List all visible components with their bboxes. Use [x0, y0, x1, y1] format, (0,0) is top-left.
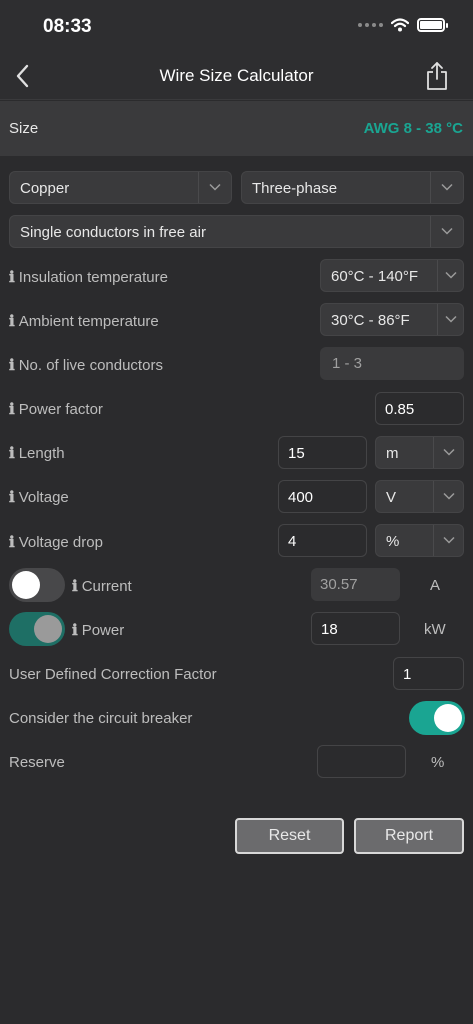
wifi-icon	[391, 18, 409, 32]
size-result-bar: Size AWG 8 - 38 °C	[0, 101, 473, 156]
length-value: 15	[288, 445, 305, 462]
power-unit: kW	[424, 621, 446, 638]
voltage-value: 400	[288, 489, 314, 506]
installation-select[interactable]: Single conductors in free air	[9, 215, 464, 248]
power-factor-label: ℹ Power factor	[9, 400, 103, 418]
info-icon[interactable]: ℹ	[9, 400, 15, 418]
ambient-temperature-value: 30°C - 86°F	[331, 312, 410, 329]
reserve-unit: %	[431, 754, 445, 771]
voltage-label: ℹ Voltage	[9, 488, 69, 506]
info-icon[interactable]: ℹ	[9, 444, 15, 462]
phase-select-value: Three-phase	[252, 180, 338, 197]
voltage-drop-unit-select[interactable]: %	[375, 524, 464, 557]
battery-icon	[417, 18, 448, 32]
chevron-down-icon	[433, 525, 463, 556]
correction-factor-value: 1	[403, 666, 412, 683]
insulation-temperature-value: 60°C - 140°F	[331, 268, 419, 285]
ambient-temperature-label: ℹ Ambient temperature	[9, 312, 159, 330]
material-select-value: Copper	[20, 180, 70, 197]
live-conductors-label: ℹ No. of live conductors	[9, 356, 163, 374]
power-input[interactable]: 18	[311, 612, 400, 645]
info-icon[interactable]: ℹ	[72, 577, 78, 595]
signal-icon	[358, 23, 383, 27]
length-text: Length	[18, 445, 65, 462]
reset-button[interactable]: Reset	[235, 818, 344, 854]
voltage-unit-select[interactable]: V	[375, 480, 464, 513]
ambient-temperature-text: Ambient temperature	[18, 313, 159, 330]
chevron-down-icon	[433, 437, 463, 468]
toggle-knob	[434, 704, 462, 732]
power-text: Power	[81, 622, 125, 639]
share-icon[interactable]	[425, 60, 449, 92]
power-factor-input[interactable]: 0.85	[375, 392, 464, 425]
info-icon[interactable]: ℹ	[9, 312, 15, 330]
status-bar: 08:33	[0, 0, 473, 52]
status-time: 08:33	[43, 16, 92, 37]
phase-select[interactable]: Three-phase	[241, 171, 464, 204]
info-icon[interactable]: ℹ	[9, 533, 15, 551]
correction-factor-label: User Defined Correction Factor	[9, 666, 217, 683]
current-value: 30.57	[320, 576, 358, 593]
voltage-input[interactable]: 400	[278, 480, 367, 513]
status-icons	[358, 18, 448, 32]
reserve-label: Reserve	[9, 754, 65, 771]
length-label: ℹ Length	[9, 444, 65, 462]
power-label: ℹ Power	[72, 621, 124, 639]
length-input[interactable]: 15	[278, 436, 367, 469]
info-icon[interactable]: ℹ	[72, 621, 78, 639]
navigation-bar: Wire Size Calculator	[0, 52, 473, 100]
info-icon[interactable]: ℹ	[9, 356, 15, 374]
power-toggle[interactable]	[9, 612, 65, 646]
current-field: 30.57	[311, 568, 400, 601]
chevron-down-icon	[198, 172, 231, 203]
current-toggle[interactable]	[9, 568, 65, 602]
live-conductors-value: 1 - 3	[332, 355, 363, 372]
insulation-temperature-select[interactable]: 60°C - 140°F	[320, 259, 464, 292]
material-select[interactable]: Copper	[9, 171, 232, 204]
power-factor-text: Power factor	[18, 401, 103, 418]
length-unit-value: m	[386, 445, 399, 462]
insulation-temperature-text: Insulation temperature	[18, 269, 168, 286]
voltage-drop-value: 4	[288, 533, 297, 550]
voltage-drop-input[interactable]: 4	[278, 524, 367, 557]
voltage-drop-text: Voltage drop	[18, 534, 103, 551]
installation-select-value: Single conductors in free air	[20, 224, 206, 241]
live-conductors-text: No. of live conductors	[18, 357, 163, 374]
power-factor-value: 0.85	[385, 401, 415, 418]
info-icon[interactable]: ℹ	[9, 268, 15, 286]
correction-factor-input[interactable]: 1	[393, 657, 464, 690]
report-button[interactable]: Report	[354, 818, 464, 854]
circuit-breaker-label: Consider the circuit breaker	[9, 710, 193, 727]
size-label: Size	[9, 120, 39, 137]
info-icon[interactable]: ℹ	[9, 488, 15, 506]
power-value: 18	[321, 621, 338, 638]
voltage-text: Voltage	[18, 489, 69, 506]
toggle-knob	[12, 571, 40, 599]
page-title: Wire Size Calculator	[159, 66, 314, 85]
current-text: Current	[81, 578, 132, 595]
toggle-knob	[34, 615, 62, 643]
reserve-input[interactable]	[317, 745, 406, 778]
voltage-unit-value: V	[386, 489, 397, 506]
chevron-down-icon	[430, 172, 463, 203]
current-label: ℹ Current	[72, 577, 132, 595]
voltage-drop-unit-value: %	[386, 533, 400, 550]
chevron-down-icon	[433, 481, 463, 512]
voltage-drop-label: ℹ Voltage drop	[9, 533, 103, 551]
chevron-down-icon	[437, 260, 463, 291]
ambient-temperature-select[interactable]: 30°C - 86°F	[320, 303, 464, 336]
chevron-down-icon	[430, 216, 463, 247]
chevron-down-icon	[437, 304, 463, 335]
live-conductors-field: 1 - 3	[320, 347, 464, 380]
circuit-breaker-toggle[interactable]	[409, 701, 465, 735]
length-unit-select[interactable]: m	[375, 436, 464, 469]
insulation-temperature-label: ℹ Insulation temperature	[9, 268, 168, 286]
current-unit: A	[430, 577, 441, 594]
size-value: AWG 8 - 38 °C	[363, 120, 463, 137]
